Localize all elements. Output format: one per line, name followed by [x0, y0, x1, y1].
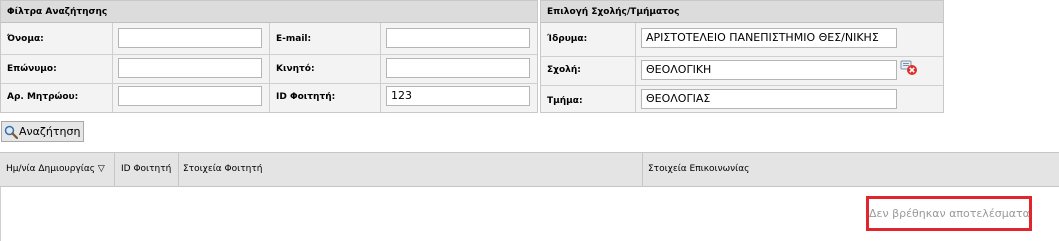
column-student-details[interactable]: Στοιχεία Φοιτητή — [183, 153, 262, 186]
search-button-label: Αναζήτηση — [19, 125, 81, 138]
school-select[interactable]: ΘΕΟΛΟΓΙΚΗ — [641, 60, 897, 80]
institution-select[interactable]: ΑΡΙΣΤΟΤΕΛΕΙΟ ΠΑΝΕΠΙΣΤΗΜΙΟ ΘΕΣ/ΝΙΚΗΣ — [641, 28, 897, 48]
email-input[interactable] — [386, 28, 530, 48]
search-filters-title: Φίλτρα Αναζήτησης — [1, 1, 537, 23]
student-id-input[interactable]: 123 — [386, 86, 530, 106]
search-button[interactable]: Αναζήτηση — [1, 121, 84, 142]
last-name-label: Επώνυμο: — [7, 64, 57, 74]
clear-selection-icon[interactable] — [900, 58, 918, 76]
column-contact-details[interactable]: Στοιχεία Επικοινωνίας — [648, 153, 749, 186]
search-icon — [4, 125, 18, 139]
school-label: Σχολή: — [547, 65, 581, 75]
registry-number-input[interactable] — [118, 86, 262, 106]
student-id-label: ID Φοιτητή: — [276, 92, 336, 102]
email-label: E-mail: — [276, 34, 312, 44]
first-name-label: Όνομα: — [7, 34, 44, 44]
department-select[interactable]: ΘΕΟΛΟΓΙΑΣ — [641, 89, 897, 109]
mobile-label: Κινητό: — [276, 64, 315, 74]
institution-label: Ίδρυμα: — [547, 34, 588, 44]
registry-number-label: Αρ. Μητρώου: — [7, 92, 79, 102]
results-grid-header: Ημ/νία Δημιουργίας ▽ ID Φοιτητή Στοιχεία… — [0, 152, 1059, 187]
no-results-message: Δεν βρέθηκαν αποτελέσματα — [866, 196, 1032, 231]
last-name-input[interactable] — [118, 58, 262, 78]
column-student-id[interactable]: ID Φοιτητή — [121, 153, 171, 186]
school-selection-title: Επιλογή Σχολής/Τμήματος — [541, 1, 943, 23]
mobile-input[interactable] — [386, 58, 530, 78]
first-name-input[interactable] — [118, 28, 262, 48]
department-label: Τμήμα: — [547, 96, 583, 106]
column-created-date[interactable]: Ημ/νία Δημιουργίας ▽ — [6, 153, 105, 186]
